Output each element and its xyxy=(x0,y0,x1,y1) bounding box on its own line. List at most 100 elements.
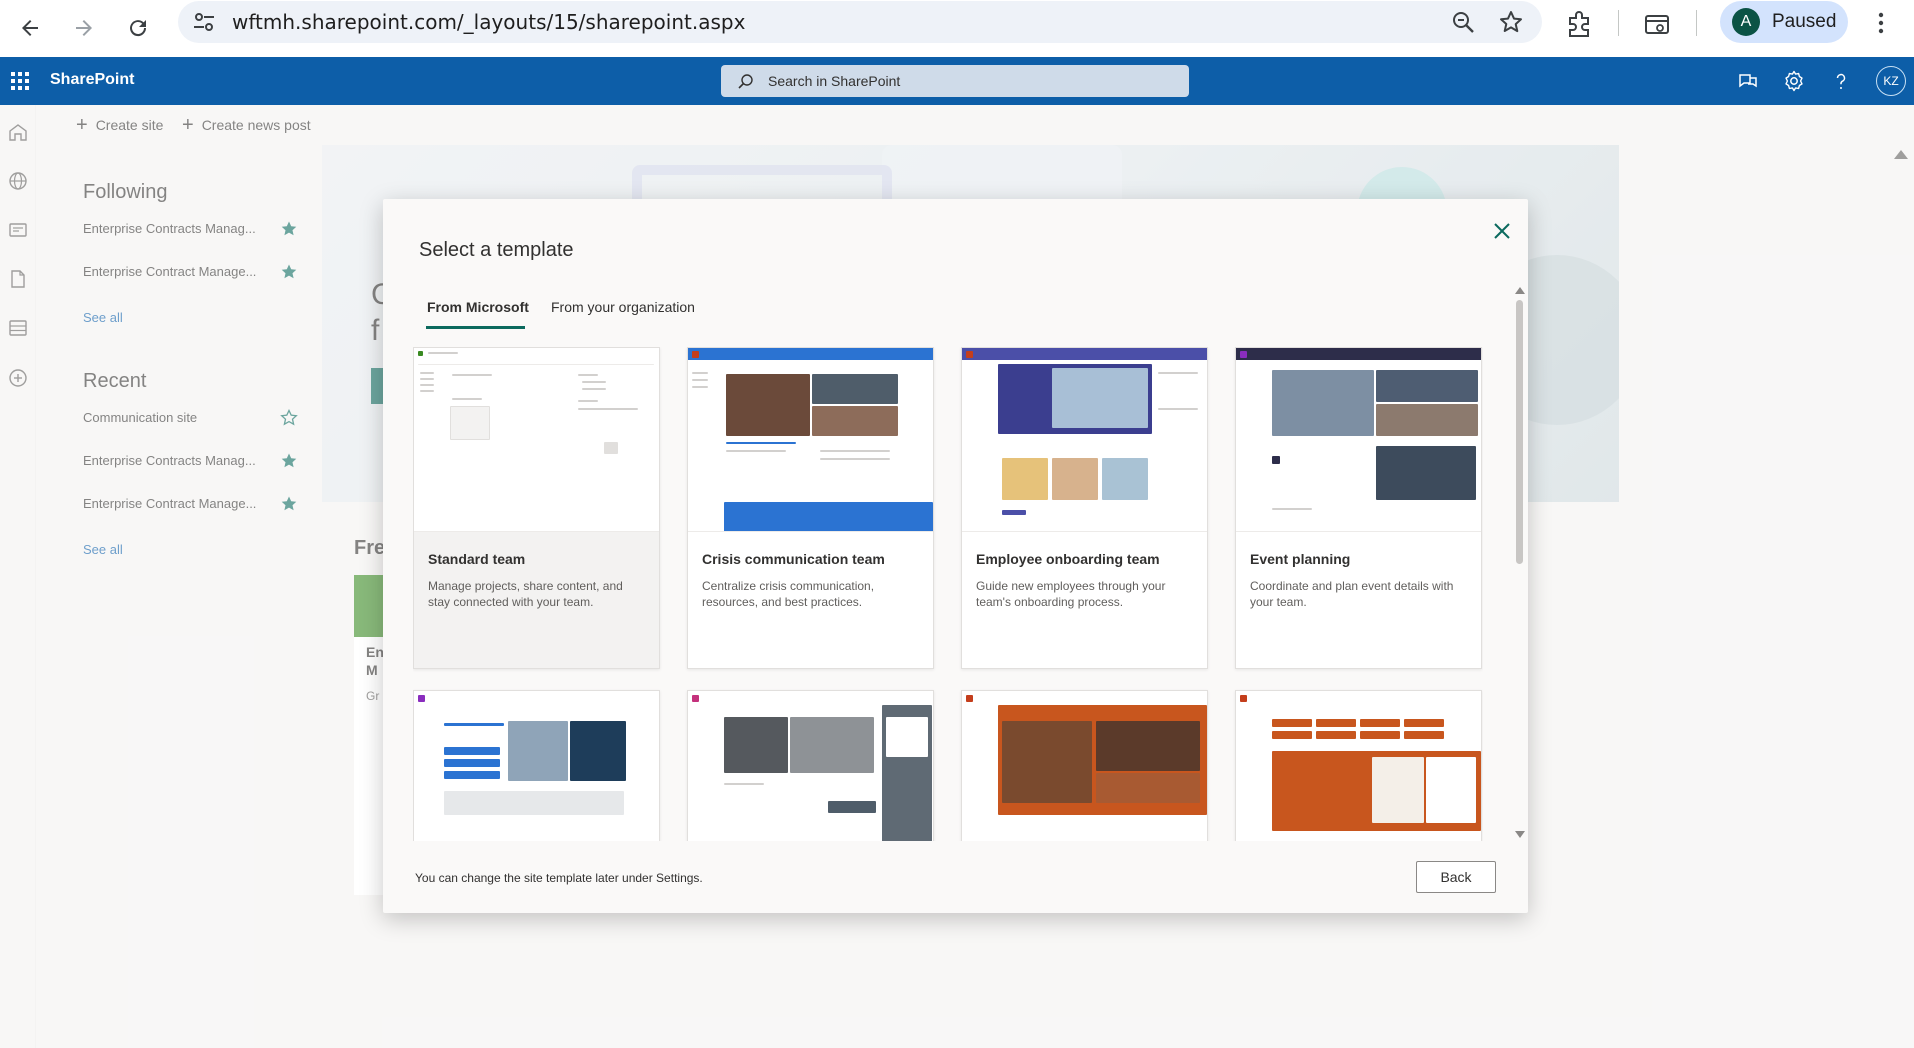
preview-decoration xyxy=(418,364,654,365)
template-card-it-help-desk[interactable] xyxy=(413,690,660,841)
template-preview xyxy=(962,348,1207,532)
template-gallery: Standard team Manage projects, share con… xyxy=(413,347,1483,841)
settings-gear-icon[interactable] xyxy=(1782,69,1806,93)
preview-decoration xyxy=(1052,368,1148,428)
profile-button[interactable]: A Paused xyxy=(1720,1,1848,43)
profile-status: Paused xyxy=(1772,11,1837,32)
preview-decoration xyxy=(1002,510,1026,515)
preview-decoration xyxy=(418,351,423,356)
preview-decoration xyxy=(578,408,638,410)
sharepoint-search-box[interactable]: Search in SharePoint xyxy=(721,65,1189,97)
preview-decoration xyxy=(420,390,434,392)
toolbar-separator xyxy=(1618,10,1619,36)
dialog-scroll-down-arrow-icon[interactable] xyxy=(1515,831,1525,838)
preview-decoration xyxy=(962,348,1207,360)
template-card-project-management[interactable] xyxy=(687,690,934,841)
dialog-scroll-up-arrow-icon[interactable] xyxy=(1515,287,1525,294)
zoom-icon[interactable] xyxy=(1450,9,1476,35)
preview-decoration xyxy=(1272,731,1312,739)
template-preview xyxy=(688,348,933,532)
preview-decoration xyxy=(1240,351,1247,358)
preview-decoration xyxy=(724,502,933,531)
preview-decoration xyxy=(508,721,568,781)
back-arrow-icon[interactable] xyxy=(8,6,52,50)
template-card-retail-management-team[interactable] xyxy=(961,690,1208,841)
template-description: Guide new employees through your team's … xyxy=(976,579,1166,609)
address-bar[interactable]: wftmh.sharepoint.com/_layouts/15/sharepo… xyxy=(178,1,1542,43)
preview-decoration xyxy=(1376,370,1478,402)
profile-avatar: A xyxy=(1732,8,1760,36)
preview-decoration xyxy=(1360,731,1400,739)
preview-decoration xyxy=(724,783,764,785)
template-name: Employee onboarding team xyxy=(976,551,1160,567)
preview-decoration xyxy=(820,450,890,452)
preview-decoration xyxy=(828,801,876,813)
preview-decoration xyxy=(1236,348,1481,360)
tab-search-icon[interactable] xyxy=(1640,8,1674,42)
more-vertical-icon[interactable] xyxy=(1866,8,1896,38)
template-card-crisis-communication-team[interactable]: Crisis communication team Centralize cri… xyxy=(687,347,934,669)
preview-decoration xyxy=(726,374,810,436)
preview-decoration xyxy=(582,381,606,383)
preview-decoration xyxy=(820,458,890,460)
preview-decoration xyxy=(418,695,425,702)
template-description: Centralize crisis communication, resourc… xyxy=(702,579,875,609)
preview-decoration xyxy=(1360,719,1400,727)
bookmark-star-icon[interactable] xyxy=(1498,9,1524,35)
browser-toolbar: wftmh.sharepoint.com/_layouts/15/sharepo… xyxy=(0,0,1914,57)
toolbar-separator xyxy=(1696,10,1697,36)
template-description: Coordinate and plan event details with y… xyxy=(1250,579,1454,609)
preview-decoration xyxy=(1272,508,1312,510)
template-card-standard-team[interactable]: Standard team Manage projects, share con… xyxy=(413,347,660,669)
preview-decoration xyxy=(604,442,618,454)
reload-icon[interactable] xyxy=(116,6,160,50)
url-text[interactable]: wftmh.sharepoint.com/_layouts/15/sharepo… xyxy=(232,10,745,34)
preview-decoration xyxy=(724,717,788,773)
active-tab-indicator xyxy=(426,326,525,329)
template-preview xyxy=(688,691,933,841)
extensions-icon[interactable] xyxy=(1562,8,1596,42)
user-avatar[interactable]: KZ xyxy=(1876,66,1906,96)
help-icon[interactable] xyxy=(1829,69,1853,93)
preview-decoration xyxy=(444,759,500,767)
preview-decoration xyxy=(692,379,708,381)
template-card-event-planning[interactable]: Event planning Coordinate and plan event… xyxy=(1235,347,1482,669)
preview-decoration xyxy=(1316,719,1356,727)
preview-decoration xyxy=(1376,446,1476,500)
preview-decoration xyxy=(692,386,708,388)
preview-decoration xyxy=(1096,721,1200,771)
preview-decoration xyxy=(450,406,490,440)
preview-decoration xyxy=(1272,719,1312,727)
app-launcher-icon[interactable] xyxy=(6,67,34,95)
template-card-employee-onboarding-team[interactable]: Employee onboarding team Guide new emplo… xyxy=(961,347,1208,669)
dialog-scrollbar-thumb[interactable] xyxy=(1516,300,1523,564)
tab-from-microsoft[interactable]: From Microsoft xyxy=(427,299,529,315)
preview-decoration xyxy=(420,378,434,380)
search-placeholder: Search in SharePoint xyxy=(768,73,901,89)
template-preview xyxy=(962,691,1207,841)
preview-decoration xyxy=(1158,372,1198,374)
preview-decoration xyxy=(692,372,708,374)
preview-decoration xyxy=(1316,731,1356,739)
preview-decoration xyxy=(692,695,699,702)
back-button[interactable]: Back xyxy=(1416,861,1496,893)
preview-decoration xyxy=(1426,757,1476,823)
preview-decoration xyxy=(444,747,500,755)
site-info-icon[interactable] xyxy=(192,11,216,33)
preview-decoration xyxy=(420,384,434,386)
feedback-icon[interactable] xyxy=(1736,69,1760,93)
preview-decoration xyxy=(1096,773,1200,803)
template-card-store-collaboration[interactable] xyxy=(1235,690,1482,841)
preview-decoration xyxy=(452,398,482,400)
preview-decoration xyxy=(578,400,598,402)
preview-decoration xyxy=(1272,370,1374,436)
forward-arrow-icon[interactable] xyxy=(62,6,106,50)
preview-decoration xyxy=(1376,404,1478,436)
tab-from-your-organization[interactable]: From your organization xyxy=(551,299,695,315)
brand-name[interactable]: SharePoint xyxy=(50,71,134,89)
preview-decoration xyxy=(812,374,898,404)
close-icon[interactable] xyxy=(1488,217,1516,245)
preview-decoration xyxy=(966,695,973,702)
preview-decoration xyxy=(1102,458,1148,500)
preview-decoration xyxy=(428,352,458,354)
